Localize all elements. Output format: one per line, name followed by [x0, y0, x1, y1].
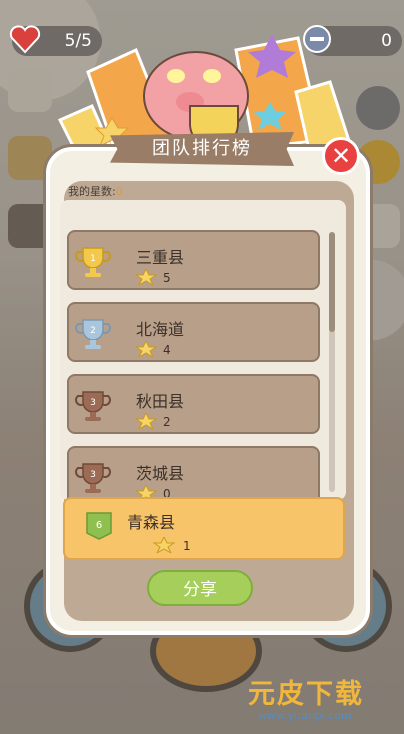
scrollbar-thumb[interactable] — [329, 232, 335, 332]
team-name: 茨城县 — [136, 464, 185, 483]
my-stars-value: 0 — [115, 185, 123, 198]
coin-value: 0 — [381, 31, 392, 51]
gold-trophy-icon: 1 — [75, 247, 111, 277]
team-name: 三重县 — [136, 248, 185, 267]
team-score: 2 — [163, 415, 171, 429]
rank-number: 2 — [90, 326, 96, 336]
my-stars-display: 我的星数:0 — [68, 183, 123, 199]
star-icon — [135, 341, 157, 357]
leaderboard-row: 3 秋田县 2 — [67, 374, 320, 434]
leaderboard-row: 1 三重县 5 — [67, 230, 320, 290]
my-stars-label: 我的星数: — [68, 185, 116, 198]
watermark-url: www.yuanpi.com — [258, 709, 352, 722]
leaderboard-row: 2 北海道 4 — [67, 302, 320, 362]
team-score: 5 — [163, 271, 171, 285]
rank-number: 1 — [90, 254, 96, 264]
star-icon — [135, 269, 157, 285]
watermark-title: 元皮下载 — [248, 679, 364, 710]
team-name: 北海道 — [136, 320, 185, 339]
rank-number: 3 — [90, 470, 96, 480]
heart-icon — [9, 25, 41, 54]
star-icon — [135, 413, 157, 429]
my-team-row: 6 青森县 1 — [63, 497, 345, 560]
my-team-name: 青森县 — [127, 513, 176, 532]
bronze-trophy-icon: 3 — [75, 463, 111, 493]
my-rank-number: 6 — [96, 520, 102, 531]
silver-trophy-icon: 2 — [75, 319, 111, 349]
my-team-score: 1 — [183, 539, 191, 553]
team-name: 秋田县 — [136, 392, 185, 411]
rank-flag-icon: 6 — [86, 512, 112, 540]
team-score: 4 — [163, 343, 171, 357]
rank-number: 3 — [90, 398, 96, 408]
star-icon — [153, 537, 175, 553]
bronze-trophy-icon: 3 — [75, 391, 111, 421]
close-icon[interactable]: ✕ — [322, 137, 360, 175]
list-scrollbar[interactable] — [329, 232, 335, 492]
panel-title: 团队排行榜 — [110, 132, 294, 166]
share-button[interactable]: 分享 — [147, 570, 253, 606]
